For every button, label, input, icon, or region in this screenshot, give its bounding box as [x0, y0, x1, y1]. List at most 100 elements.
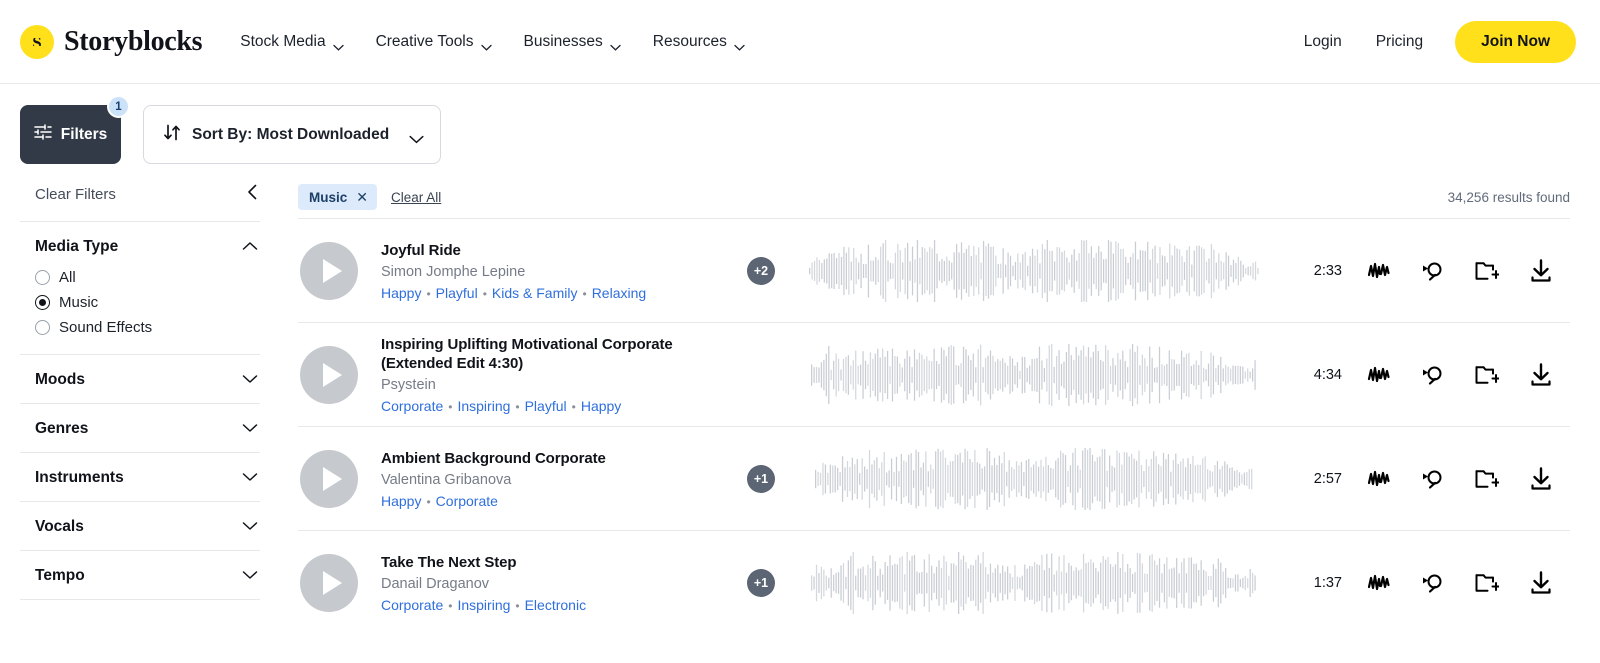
section-title: Vocals — [35, 518, 84, 535]
filter-section-instruments: Instruments — [20, 453, 260, 502]
more-tags-badge[interactable]: +1 — [747, 568, 775, 597]
pricing-link[interactable]: Pricing — [1362, 23, 1437, 61]
nav-item-resources[interactable]: Resources — [637, 23, 761, 61]
tag-link[interactable]: Happy — [581, 398, 621, 414]
nav-label: Resources — [652, 32, 727, 50]
brand-logo[interactable]: S Storyblocks — [20, 24, 203, 59]
download-icon[interactable] — [1528, 258, 1554, 284]
svg-text:S: S — [32, 33, 41, 52]
tag-separator: • — [426, 494, 431, 509]
tag-link[interactable]: Corporate — [381, 597, 443, 613]
chevron-down-icon — [242, 371, 258, 389]
more-tags-badge[interactable]: +2 — [747, 256, 775, 285]
filter-section-header-instruments[interactable]: Instruments — [35, 469, 258, 487]
radio-option-sound-effects[interactable]: Sound Effects — [35, 315, 258, 340]
radio-option-all[interactable]: All — [35, 265, 258, 290]
clear-all-link[interactable]: Clear All — [391, 190, 441, 205]
track-title[interactable]: Ambient Background Corporate — [381, 449, 733, 468]
nav-item-stock-media[interactable]: Stock Media — [224, 23, 359, 61]
filters-button[interactable]: Filters 1 — [20, 95, 130, 164]
tag-link[interactable]: Happy — [381, 493, 421, 509]
sort-by-dropdown[interactable]: Sort By: Most Downloaded — [143, 105, 442, 164]
chevron-up-icon — [242, 238, 258, 256]
filter-section-header-media-type[interactable]: Media Type — [35, 238, 258, 256]
play-button[interactable] — [300, 449, 358, 508]
radio-option-music[interactable]: Music — [35, 290, 258, 315]
header-actions: Login Pricing Join Now — [1290, 20, 1576, 63]
tag-separator: • — [426, 286, 431, 301]
login-link[interactable]: Login — [1290, 23, 1356, 61]
add-to-folder-icon[interactable] — [1474, 258, 1500, 284]
download-icon[interactable] — [1528, 466, 1554, 492]
track-title[interactable]: Inspiring Uplifting Motivational Corpora… — [381, 335, 733, 373]
site-header: S Storyblocks Stock Media Creative Tools… — [0, 0, 1600, 84]
filter-chip-music[interactable]: Music ✕ — [298, 184, 377, 210]
track-tags: Happy • Corporate — [381, 493, 733, 509]
play-button[interactable] — [300, 345, 358, 404]
result-row: Joyful Ride Simon Jomphe Lepine Happy • Play… — [298, 218, 1570, 322]
waveform[interactable] — [789, 445, 1280, 513]
more-tags-badge[interactable]: +1 — [747, 464, 775, 493]
chevron-left-icon[interactable] — [247, 184, 258, 205]
similar-music-icon[interactable] — [1366, 570, 1392, 596]
track-artist: Simon Jomphe Lepine — [381, 263, 526, 280]
play-icon — [322, 258, 342, 283]
tag-link[interactable]: Inspiring — [457, 597, 510, 613]
radio-label: Music — [59, 294, 99, 311]
track-artist: Danail Draganov — [381, 575, 490, 592]
waveform[interactable] — [789, 237, 1280, 305]
add-to-folder-icon[interactable] — [1474, 362, 1500, 388]
chevron-down-icon — [610, 38, 621, 51]
tag-link[interactable]: Playful — [525, 398, 567, 414]
tag-link[interactable]: Corporate — [436, 493, 498, 509]
tag-link[interactable]: Inspiring — [457, 398, 510, 414]
nav-item-businesses[interactable]: Businesses — [508, 23, 637, 61]
search-similar-icon[interactable] — [1420, 362, 1446, 388]
nav-item-creative-tools[interactable]: Creative Tools — [360, 23, 508, 61]
join-now-button[interactable]: Join Now — [1455, 20, 1576, 63]
main-nav: Stock Media Creative Tools Businesses Re… — [224, 23, 761, 61]
clear-filters-row: Clear Filters — [20, 174, 260, 222]
similar-music-icon[interactable] — [1366, 258, 1392, 284]
filter-section-header-vocals[interactable]: Vocals — [35, 518, 258, 536]
add-to-folder-icon[interactable] — [1474, 570, 1500, 596]
chip-label: Music — [309, 189, 348, 205]
tag-link[interactable]: Kids & Family — [492, 285, 578, 301]
tag-link[interactable]: Playful — [436, 285, 478, 301]
brand-name: Storyblocks — [64, 25, 203, 57]
add-to-folder-icon[interactable] — [1474, 466, 1500, 492]
filter-section-header-moods[interactable]: Moods — [35, 371, 258, 389]
download-icon[interactable] — [1528, 570, 1554, 596]
play-button[interactable] — [300, 241, 358, 300]
waveform[interactable] — [789, 341, 1280, 409]
tag-link[interactable]: Corporate — [381, 398, 443, 414]
chevron-down-icon — [332, 38, 344, 51]
tag-link[interactable]: Relaxing — [592, 285, 646, 301]
search-similar-icon[interactable] — [1420, 570, 1446, 596]
search-similar-icon[interactable] — [1420, 466, 1446, 492]
filter-section-genres: Genres — [20, 404, 260, 453]
row-actions — [1366, 570, 1568, 596]
similar-music-icon[interactable] — [1366, 362, 1392, 388]
clear-filters-link[interactable]: Clear Filters — [35, 186, 116, 203]
tag-link[interactable]: Happy — [381, 285, 421, 301]
waveform[interactable] — [789, 549, 1280, 617]
row-actions — [1366, 258, 1568, 284]
search-similar-icon[interactable] — [1420, 258, 1446, 284]
tag-separator: • — [515, 598, 520, 613]
filter-section-header-tempo[interactable]: Tempo — [35, 567, 258, 585]
close-icon[interactable]: ✕ — [356, 190, 368, 204]
results-count: 34,256 results found — [1447, 189, 1570, 205]
filter-section-header-genres[interactable]: Genres — [35, 420, 258, 438]
track-title[interactable]: Take The Next Step — [381, 553, 733, 572]
row-actions — [1366, 466, 1568, 492]
track-title[interactable]: Joyful Ride — [381, 241, 733, 260]
sort-arrows-icon — [164, 124, 180, 146]
similar-music-icon[interactable] — [1366, 466, 1392, 492]
filters-sidebar: Clear Filters Media Type All Music Sound… — [20, 170, 260, 634]
tag-link[interactable]: Electronic — [525, 597, 586, 613]
play-button[interactable] — [300, 553, 358, 612]
filters-label: Filters — [60, 125, 108, 143]
applied-filters-row: Music ✕ Clear All 34,256 results found — [298, 170, 1570, 218]
download-icon[interactable] — [1528, 362, 1554, 388]
